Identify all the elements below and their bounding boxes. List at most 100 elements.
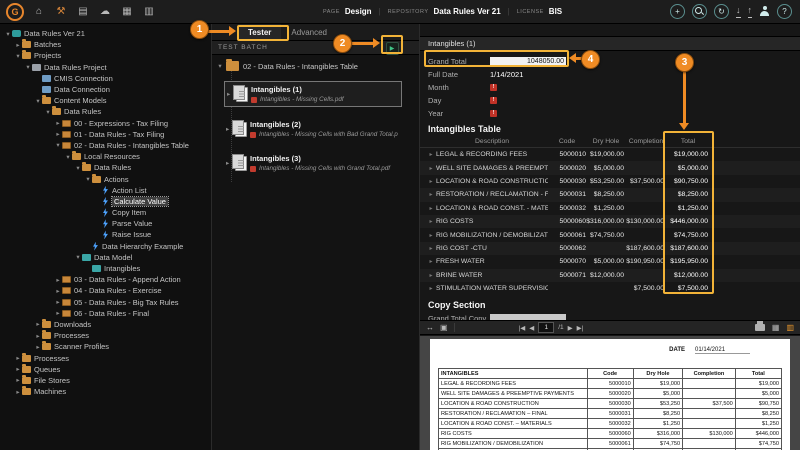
tree-expander-icon[interactable]: ▸ [14, 376, 22, 384]
tree-item[interactable]: ▾ Actions [0, 173, 211, 184]
tree-expander-icon[interactable]: ▸ [54, 119, 62, 127]
print-button[interactable] [754, 321, 765, 331]
tree-expander-icon[interactable]: ▾ [34, 97, 42, 105]
tree-item[interactable]: ▸ Downloads [0, 318, 211, 330]
tree-item[interactable]: ▸ 03 - Data Rules - Append Action [0, 274, 211, 285]
row-expander-icon[interactable]: ▸ [426, 191, 436, 198]
download-icon[interactable]: ↓ [736, 5, 741, 18]
first-page-button[interactable]: |◀ [519, 324, 526, 332]
table-row[interactable]: ▸ RIG COST -CTU 5000062 $187,600.00 $187… [420, 241, 800, 256]
help-icon[interactable]: ? [777, 4, 792, 19]
prev-page-button[interactable]: ◀ [529, 324, 534, 332]
row-expander-icon[interactable]: ▸ [426, 178, 436, 185]
apps-icon[interactable]: ▦ [121, 6, 133, 18]
batch-document-item[interactable]: ▸ Intangibles (2) Intangibles - Missing … [224, 117, 402, 141]
row-expander-icon[interactable]: ▸ [426, 232, 436, 239]
tree-item[interactable]: ▸ Processes [0, 330, 211, 341]
tree-item[interactable]: ▸ 05 - Data Rules - Big Tax Rules [0, 297, 211, 308]
grid-view-button[interactable]: ▦ [772, 323, 780, 332]
tree-expander-icon[interactable]: ▸ [14, 388, 22, 396]
fit-width-icon[interactable]: ↔ [426, 323, 434, 332]
tree-expander-icon[interactable]: ▾ [4, 30, 12, 38]
row-expander-icon[interactable]: ▸ [426, 165, 436, 172]
tree-item[interactable]: ▸ Batches [0, 39, 211, 50]
stats-icon[interactable]: ▥ [143, 6, 155, 18]
tree-item[interactable]: Copy Item [0, 207, 211, 218]
tree-item[interactable]: Raise Issue [0, 229, 211, 240]
batch-document-item[interactable]: ▸ Intangibles (1) Intangibles - Missing … [224, 81, 402, 107]
tree-expander-icon[interactable]: ▸ [14, 354, 22, 362]
tree-expander-icon[interactable]: ▸ [34, 332, 42, 340]
tree-item[interactable]: ▾ Data Model [0, 252, 211, 263]
tree-expander-icon[interactable]: ▸ [34, 343, 42, 351]
batch-folder-row[interactable]: ▾ 02 - Data Rules - Intangibles Table [216, 58, 419, 71]
tree-item[interactable]: Calculate Value [0, 195, 211, 207]
tree-item[interactable]: ▸ 01 - Data Rules - Tax Filing [0, 129, 211, 140]
tree-expander-icon[interactable]: ▸ [54, 298, 62, 306]
tree-expander-icon[interactable]: ▾ [64, 153, 72, 161]
document-expander-icon[interactable]: ▸ [226, 125, 229, 133]
row-expander-icon[interactable]: ▸ [426, 258, 436, 265]
tree-item[interactable]: ▾ Projects [0, 50, 211, 61]
table-row[interactable]: ▸ WELL SITE DAMAGES & PREEMPTIVE PAY 500… [420, 161, 800, 175]
tree-item[interactable]: Action List [0, 185, 211, 196]
home-icon[interactable]: ⌂ [33, 6, 45, 18]
table-row[interactable]: ▸ FRESH WATER 5000070 $5,000.00 $190,950… [420, 255, 800, 268]
tree-item[interactable]: ▸ Scanner Profiles [0, 341, 211, 352]
tree-item[interactable]: ▾ Local Resources [0, 151, 211, 162]
user-icon[interactable] [759, 6, 770, 17]
table-row[interactable]: ▸ LOCATION & ROAD CONST. - MATERIALS 500… [420, 202, 800, 215]
last-page-button[interactable]: ▶| [577, 324, 584, 332]
tree-expander-icon[interactable]: ▸ [34, 320, 42, 328]
tree-expander-icon[interactable]: ▸ [14, 41, 22, 49]
tree-item[interactable]: ▸ 04 - Data Rules - Exercise [0, 285, 211, 296]
tree-item[interactable]: ▸ 06 - Data Rules - Final [0, 308, 211, 319]
tree-item[interactable]: CMIS Connection [0, 73, 211, 84]
tree-item[interactable]: Intangibles [0, 263, 211, 274]
table-row[interactable]: ▸ RIG MOBILIZATION / DEMOBILIZATION 5000… [420, 228, 800, 241]
tree-item[interactable]: ▾ Data Rules Project [0, 62, 211, 73]
table-row[interactable]: ▸ RIG COSTS 5000060 $316,000.00 $130,000… [420, 214, 800, 229]
tree-expander-icon[interactable]: ▾ [74, 253, 82, 261]
tree-expander-icon[interactable]: ▸ [54, 309, 62, 317]
tree-item[interactable]: ▾ 02 - Data Rules - Intangibles Table [0, 140, 211, 151]
tree-item[interactable]: ▸ Queues [0, 363, 211, 375]
tree-item[interactable]: ▸ Machines [0, 386, 211, 397]
tree-item[interactable]: ▸ File Stores [0, 374, 211, 386]
split-view-button[interactable]: ▥ [786, 323, 794, 332]
upload-icon[interactable]: ↑ [747, 5, 752, 18]
row-expander-icon[interactable]: ▸ [426, 218, 436, 225]
tab-advanced[interactable]: Advanced [281, 24, 337, 40]
search-icon[interactable] [692, 4, 707, 19]
tab-tester[interactable]: Tester [238, 24, 282, 40]
tree-item[interactable]: ▾ Data Rules [0, 106, 211, 117]
tree-expander-icon[interactable]: ▸ [54, 130, 62, 138]
row-expander-icon[interactable]: ▸ [426, 272, 436, 279]
tree-item[interactable]: ▸ Processes [0, 352, 211, 363]
batches-icon[interactable]: ▤ [77, 6, 89, 18]
table-row[interactable]: ▸ LOCATION & ROAD CONSTRUCTION 5000030 $… [420, 175, 800, 188]
tree-expander-icon[interactable]: ▾ [44, 108, 52, 116]
document-expander-icon[interactable]: ▸ [226, 159, 229, 167]
row-expander-icon[interactable]: ▸ [426, 151, 436, 158]
tree-item[interactable]: Data Connection [0, 84, 211, 95]
tree-expander-icon[interactable]: ▾ [24, 63, 32, 71]
table-row[interactable]: ▸ RESTORATION / RECLAMATION - FINAL 5000… [420, 188, 800, 202]
batch-document-item[interactable]: ▸ Intangibles (3) Intangibles - Missing … [224, 151, 402, 175]
tree-expander-icon[interactable]: ▾ [74, 164, 82, 172]
field-value[interactable]: 1048050.00 [490, 56, 566, 67]
table-row[interactable]: ▸ LEGAL & RECORDING FEES 5000010 $19,000… [420, 148, 800, 161]
document-expander-icon[interactable]: ▸ [227, 90, 230, 98]
tree-item[interactable]: Parse Value [0, 218, 211, 229]
folder-expander-icon[interactable]: ▾ [216, 62, 224, 70]
tree-expander-icon[interactable]: ▸ [14, 365, 22, 373]
table-row[interactable]: ▸ STIMULATION WATER SUPERVISION $7,500.0… [420, 282, 800, 295]
field-value[interactable]: 1/14/2021 [490, 70, 566, 80]
refresh-icon[interactable]: ↻ [714, 4, 729, 19]
cloud-icon[interactable]: ☁ [99, 6, 111, 18]
tree-expander-icon[interactable]: ▸ [54, 287, 62, 295]
tree-expander-icon[interactable]: ▾ [84, 175, 92, 183]
row-expander-icon[interactable]: ▸ [426, 245, 436, 252]
tree-item[interactable]: ▾ Content Models [0, 95, 211, 106]
run-test-button[interactable]: ▶ [386, 42, 399, 55]
